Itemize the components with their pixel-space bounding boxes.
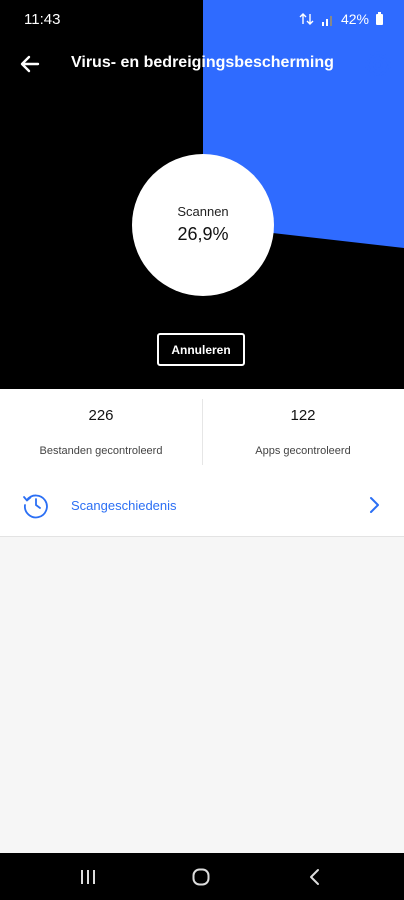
history-clock-icon — [23, 494, 48, 519]
home-icon[interactable] — [191, 867, 211, 887]
scan-progress-circle: Scannen 26,9% — [132, 154, 274, 296]
files-checked-stat: 226 Bestanden gecontroleerd — [0, 389, 202, 474]
files-checked-count: 226 — [88, 407, 114, 424]
status-icons: 42% — [299, 11, 384, 27]
app-toolbar: Virus- en bedreigingsbescherming — [0, 40, 404, 88]
scan-status-label: Scannen — [177, 204, 229, 219]
battery-icon — [376, 12, 383, 25]
system-nav-bar — [0, 853, 404, 900]
page-title: Virus- en bedreigingsbescherming — [71, 54, 334, 71]
apps-checked-stat: 122 Apps gecontroleerd — [202, 389, 404, 474]
scan-progress-value: 26,9% — [177, 224, 229, 244]
status-bar: 11:43 42% — [0, 0, 404, 40]
apps-checked-count: 122 — [290, 407, 316, 424]
signal-icon — [321, 15, 332, 26]
battery-percentage: 42% — [340, 11, 369, 27]
files-checked-label: Bestanden gecontroleerd — [39, 445, 163, 457]
scan-history-row[interactable]: Scangeschiedenis — [0, 474, 404, 537]
cancel-button[interactable]: Annuleren — [157, 333, 245, 366]
gear-icon[interactable] — [364, 50, 392, 78]
data-transfer-icon — [299, 13, 314, 25]
arrow-left-icon[interactable] — [16, 50, 44, 78]
chevron-right-icon — [370, 497, 379, 513]
stats-divider — [202, 399, 203, 465]
scan-history-label: Scangeschiedenis — [71, 498, 177, 513]
apps-checked-label: Apps gecontroleerd — [255, 445, 351, 457]
recent-apps-icon[interactable] — [78, 867, 98, 887]
back-nav-icon[interactable] — [305, 867, 325, 887]
status-time: 11:43 — [24, 11, 61, 28]
